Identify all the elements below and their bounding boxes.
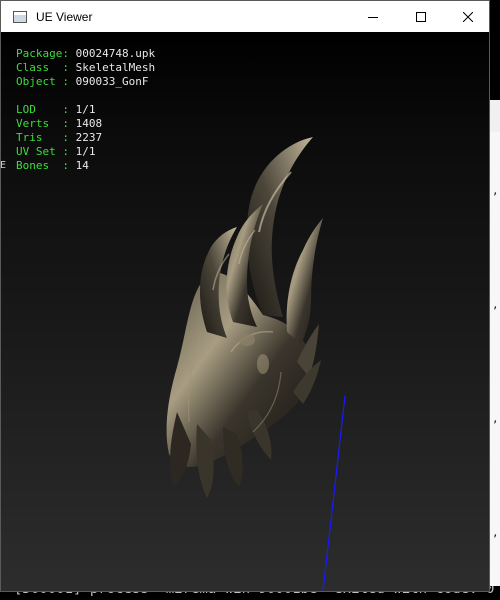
helmet-mesh <box>166 137 323 498</box>
render-viewport[interactable]: Package: 00024748.upk Class : SkeletalMe… <box>1 32 489 591</box>
ue-viewer-window: UE Viewer Package: 00024748.upk Class : … <box>0 0 490 592</box>
skeletal-mesh-render <box>166 137 346 591</box>
background-console-glyph: , <box>492 184 499 197</box>
close-icon <box>463 11 473 22</box>
background-console-glyph: , <box>492 298 499 311</box>
window-title: UE Viewer <box>36 9 93 24</box>
axis-line <box>322 395 346 591</box>
title-bar[interactable]: UE Viewer <box>1 1 489 32</box>
close-button[interactable] <box>445 1 491 32</box>
background-window-edge-glyph: E <box>0 160 7 171</box>
background-console-window: , , , , <box>490 0 500 600</box>
minimize-icon <box>368 16 378 18</box>
background-console-glyph: , <box>492 412 499 425</box>
background-console-glyph: , <box>492 526 499 539</box>
background-console-strip <box>490 100 500 132</box>
maximize-button[interactable] <box>398 1 444 32</box>
maximize-icon <box>416 11 426 22</box>
minimize-button[interactable] <box>350 1 396 32</box>
background-console-panel: , , , , <box>490 132 500 600</box>
app-window-icon <box>13 10 27 23</box>
